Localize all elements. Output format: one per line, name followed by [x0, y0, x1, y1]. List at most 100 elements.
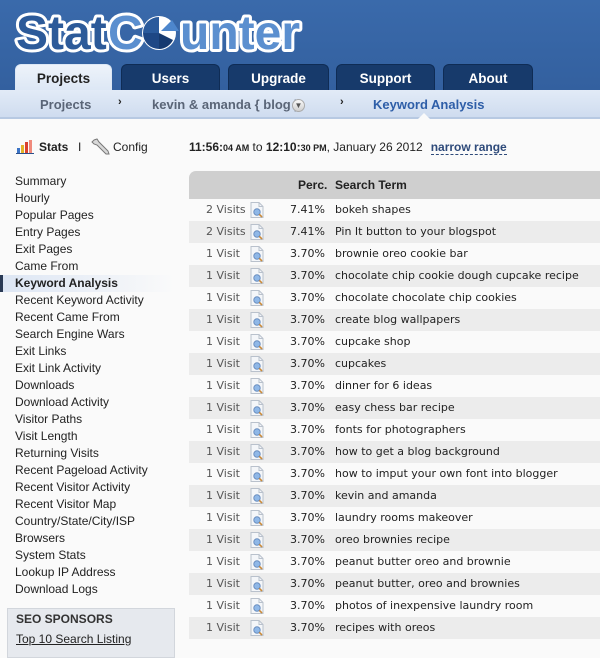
visits-count: 2 Visits — [206, 225, 246, 238]
sidebar-item-hourly[interactable]: Hourly — [0, 190, 175, 207]
wrench-icon — [91, 138, 110, 155]
visits-count: 1 Visit — [206, 269, 240, 282]
tab-about[interactable]: About — [443, 64, 533, 90]
visits-count: 1 Visit — [206, 621, 240, 634]
sidebar-item-exit-pages[interactable]: Exit Pages — [0, 241, 175, 258]
view-details-icon[interactable] — [250, 488, 264, 504]
view-details-icon[interactable] — [250, 224, 264, 240]
search-term[interactable]: recipes with oreos — [335, 621, 435, 634]
search-term[interactable]: dinner for 6 ideas — [335, 379, 432, 392]
sidebar-item-came-from[interactable]: Came From — [0, 258, 175, 275]
search-term[interactable]: fonts for photographers — [335, 423, 466, 436]
view-details-icon[interactable] — [250, 334, 264, 350]
view-details-icon[interactable] — [250, 532, 264, 548]
visits-count: 1 Visit — [206, 577, 240, 590]
search-term[interactable]: peanut butter, oreo and brownies — [335, 577, 520, 590]
view-details-icon[interactable] — [250, 312, 264, 328]
sidebar-item-popular-pages[interactable]: Popular Pages — [0, 207, 175, 224]
breadcrumb-projects[interactable]: Projects — [40, 97, 91, 112]
view-details-icon[interactable] — [250, 576, 264, 592]
search-term[interactable]: Pin It button to your blogspot — [335, 225, 496, 238]
sidebar-item-visitor-paths[interactable]: Visitor Paths — [0, 411, 175, 428]
table-row: 1 Visit 3.70% photos of inexpensive laundr… — [189, 595, 600, 617]
sidebar-item-entry-pages[interactable]: Entry Pages — [0, 224, 175, 241]
sidebar-item-keyword-analysis[interactable]: Keyword Analysis — [0, 275, 175, 292]
sidebar-item-recent-visitor-map[interactable]: Recent Visitor Map — [0, 496, 175, 513]
range-date: , January 26 2012 — [326, 140, 423, 154]
search-term[interactable]: cupcake shop — [335, 335, 410, 348]
view-details-icon[interactable] — [250, 268, 264, 284]
tab-projects[interactable]: Projects — [15, 64, 112, 91]
sidebar-item-visit-length[interactable]: Visit Length — [0, 428, 175, 445]
view-details-icon[interactable] — [250, 620, 264, 636]
table-row: 1 Visit 3.70% how to get a blog background — [189, 441, 600, 463]
tab-users[interactable]: Users — [121, 64, 220, 90]
view-details-icon[interactable] — [250, 598, 264, 614]
narrow-range-link[interactable]: narrow range — [430, 140, 507, 155]
sidebar-item-recent-visitor-activity[interactable]: Recent Visitor Activity — [0, 479, 175, 496]
table-row: 1 Visit 3.70% chocolate chocolate chip coo… — [189, 287, 600, 309]
view-details-icon[interactable] — [250, 356, 264, 372]
table-body: 2 Visits 7.41% bokeh shapes 2 Visits 7.41% Pi… — [189, 199, 600, 639]
sidebar-item-lookup-ip-address[interactable]: Lookup IP Address — [0, 564, 175, 581]
sidebar-item-country-state-city-isp[interactable]: Country/State/City/ISP — [0, 513, 175, 530]
search-term[interactable]: bokeh shapes — [335, 203, 411, 216]
view-details-icon[interactable] — [250, 554, 264, 570]
view-details-icon[interactable] — [250, 202, 264, 218]
logo-text-stat: Stat — [16, 7, 107, 58]
sidebar-item-download-activity[interactable]: Download Activity — [0, 394, 175, 411]
tab-upgrade[interactable]: Upgrade — [228, 64, 329, 90]
view-details-icon[interactable] — [250, 378, 264, 394]
keyword-table: Perc. Search Term 2 Visits 7.41% bokeh sha… — [189, 171, 600, 639]
search-term[interactable]: easy chess bar recipe — [335, 401, 455, 414]
sidebar-item-recent-pageload-activity[interactable]: Recent Pageload Activity — [0, 462, 175, 479]
sidebar-item-download-logs[interactable]: Download Logs — [0, 581, 175, 598]
sidebar-item-browsers[interactable]: Browsers — [0, 530, 175, 547]
stats-link[interactable]: Stats — [39, 140, 68, 154]
search-term[interactable]: create blog wallpapers — [335, 313, 460, 326]
project-dropdown-icon[interactable]: ▼ — [292, 99, 305, 112]
site-header: Stat C unter Projects Users Upgrade Supp… — [0, 0, 600, 91]
search-term[interactable]: brownie oreo cookie bar — [335, 247, 468, 260]
sidebar-item-returning-visits[interactable]: Returning Visits — [0, 445, 175, 462]
sidebar-item-downloads[interactable]: Downloads — [0, 377, 175, 394]
table-row: 1 Visit 3.70% peanut butter, oreo and brow… — [189, 573, 600, 595]
search-term[interactable]: laundry rooms makeover — [335, 511, 473, 524]
sidebar-item-summary[interactable]: Summary — [0, 173, 175, 190]
view-details-icon[interactable] — [250, 466, 264, 482]
search-term[interactable]: chocolate chocolate chip cookies — [335, 291, 517, 304]
sidebar-item-system-stats[interactable]: System Stats — [0, 547, 175, 564]
view-details-icon[interactable] — [250, 246, 264, 262]
view-details-icon[interactable] — [250, 290, 264, 306]
percentage: 3.70% — [290, 511, 325, 524]
search-term[interactable]: cupcakes — [335, 357, 386, 370]
sidebar-item-search-engine-wars[interactable]: Search Engine Wars — [0, 326, 175, 343]
view-details-icon[interactable] — [250, 400, 264, 416]
column-header-perc[interactable]: Perc. — [298, 178, 327, 192]
statcounter-logo[interactable]: Stat C unter — [14, 2, 314, 58]
search-term[interactable]: chocolate chip cookie dough cupcake reci… — [335, 269, 579, 282]
top-10-search-listing-link[interactable]: Top 10 Search Listing — [16, 632, 131, 646]
search-term[interactable]: kevin and amanda — [335, 489, 437, 502]
view-details-icon[interactable] — [250, 422, 264, 438]
percentage: 3.70% — [290, 423, 325, 436]
sidebar-item-exit-link-activity[interactable]: Exit Link Activity — [0, 360, 175, 377]
config-link[interactable]: Config — [113, 140, 148, 154]
percentage: 3.70% — [290, 335, 325, 348]
tab-support[interactable]: Support — [336, 64, 435, 90]
search-term[interactable]: peanut butter oreo and brownie — [335, 555, 511, 568]
sidebar-item-recent-keyword-activity[interactable]: Recent Keyword Activity — [0, 292, 175, 309]
divider: I — [78, 140, 82, 154]
breadcrumb-project-name[interactable]: kevin & amanda { blog } — [152, 97, 299, 112]
visits-count: 2 Visits — [206, 203, 246, 216]
search-term[interactable]: photos of inexpensive laundry room — [335, 599, 533, 612]
view-details-icon[interactable] — [250, 510, 264, 526]
search-term[interactable]: how to imput your own font into blogger — [335, 467, 558, 480]
search-term[interactable]: oreo brownies recipe — [335, 533, 450, 546]
sidebar-item-exit-links[interactable]: Exit Links — [0, 343, 175, 360]
view-details-icon[interactable] — [250, 444, 264, 460]
sidebar-item-recent-came-from[interactable]: Recent Came From — [0, 309, 175, 326]
search-term[interactable]: how to get a blog background — [335, 445, 500, 458]
column-header-search-term[interactable]: Search Term — [335, 178, 407, 192]
percentage: 3.70% — [290, 621, 325, 634]
